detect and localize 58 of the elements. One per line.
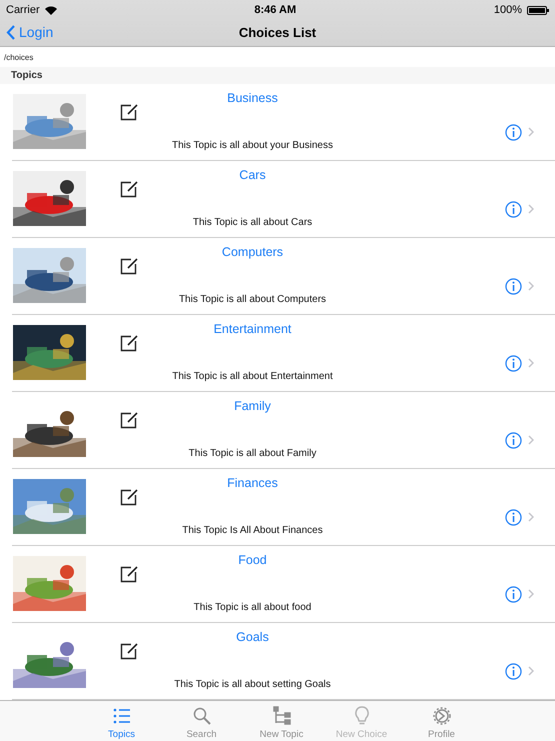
info-icon[interactable] (505, 200, 522, 218)
chevron-right-icon (528, 512, 534, 522)
chevron-right-icon (528, 666, 534, 676)
section-header: Topics (0, 67, 555, 84)
wifi-icon (44, 6, 57, 14)
info-icon[interactable] (505, 586, 522, 602)
topic-title[interactable]: Cars (239, 168, 266, 182)
battery-icon (526, 6, 549, 14)
topic-title[interactable]: Finances (227, 476, 278, 490)
info-icon[interactable] (505, 354, 522, 372)
info-icon[interactable] (505, 508, 522, 526)
topic-description: This Topic Is All About Finances (182, 525, 323, 536)
edit-icon[interactable] (120, 257, 138, 275)
topic-title[interactable]: Family (234, 399, 271, 413)
carrier-name: Carrier (6, 4, 40, 16)
edit-icon[interactable] (120, 411, 138, 429)
info-icon[interactable] (505, 662, 522, 680)
tab-bar-item[interactable]: Topics (82, 701, 162, 741)
chevron-right-icon (528, 358, 534, 368)
list-icon (112, 706, 132, 726)
topic-title[interactable]: Business (227, 91, 278, 105)
chevron-right-icon (528, 127, 534, 137)
topic-description: This Topic is all about Family (188, 448, 316, 459)
chevron-right-icon (528, 281, 534, 291)
topic-description: This Topic is all about food (194, 602, 312, 613)
topic-description: This Topic is all about Cars (192, 217, 312, 228)
edit-icon[interactable] (120, 642, 138, 660)
info-icon[interactable] (505, 278, 522, 294)
tab-bar-item[interactable]: New Topic (242, 701, 322, 741)
search-icon (192, 706, 212, 726)
topic-title[interactable]: Computers (222, 245, 284, 259)
chevron-right-icon (528, 589, 534, 599)
battery-percentage: 100% (494, 4, 522, 16)
edit-icon[interactable] (120, 565, 138, 583)
chevron-left-icon (6, 24, 15, 40)
screen-title: Choices List (238, 24, 316, 40)
chevron-right-icon (528, 204, 534, 214)
edit-icon[interactable] (120, 334, 138, 352)
tab-bar-item[interactable]: Profile (402, 701, 482, 741)
path-label: /choices (3, 52, 34, 64)
gear-icon (432, 706, 452, 726)
topic-description: This Topic is all about your Business (172, 140, 333, 151)
topic-title[interactable]: Goals (236, 630, 269, 644)
info-icon[interactable] (505, 124, 522, 140)
edit-icon[interactable] (120, 103, 138, 121)
topic-description: This Topic is all about Entertainment (172, 371, 333, 382)
info-icon[interactable] (505, 432, 522, 448)
chevron-right-icon (528, 435, 534, 445)
clock-time: 8:46 AM (254, 4, 296, 16)
hierarchy-icon (272, 706, 292, 726)
topic-description: This Topic is all about Computers (178, 294, 326, 305)
topic-description: This Topic is all about setting Goals (174, 679, 331, 690)
edit-icon[interactable] (120, 180, 138, 198)
edit-icon[interactable] (120, 488, 138, 506)
topic-title[interactable]: Food (238, 553, 267, 567)
tab-bar-item[interactable]: Search (162, 701, 242, 741)
back-button[interactable]: Login (6, 24, 54, 40)
topic-title[interactable]: Entertainment (214, 322, 292, 336)
